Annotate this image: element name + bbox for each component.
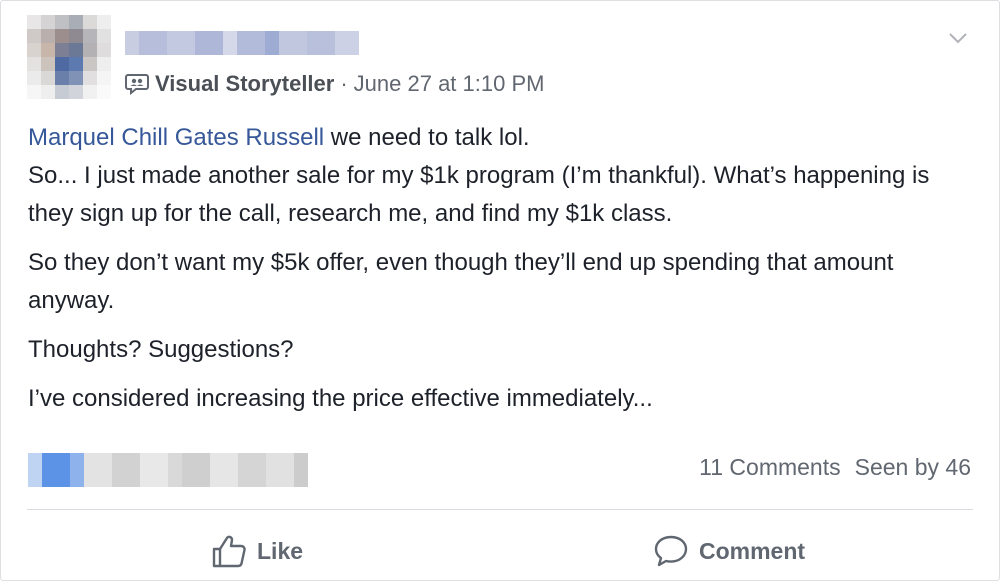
author-name-blurred[interactable] xyxy=(125,31,359,55)
post-paragraph-2: So they don’t want my $5k offer, even th… xyxy=(28,249,894,314)
divider xyxy=(27,509,973,510)
speech-bubble-icon xyxy=(654,535,688,567)
mention-link[interactable]: Marquel Chill Gates Russell xyxy=(28,124,324,151)
post-meta: Visual Storyteller · June 27 at 1:10 PM xyxy=(125,71,544,97)
post-paragraph-1-cont: So... I just made another sale for my $1… xyxy=(28,162,930,227)
post-paragraph-4: I’ve considered increasing the price eff… xyxy=(28,385,653,412)
thumbs-up-icon xyxy=(212,535,246,568)
post-paragraph-3: Thoughts? Suggestions? xyxy=(28,336,294,363)
reactions-blurred[interactable] xyxy=(28,453,308,487)
comment-label: Comment xyxy=(699,537,806,564)
comment-button[interactable]: Comment xyxy=(653,529,805,573)
post-body: Marquel Chill Gates Russell we need to t… xyxy=(28,119,973,429)
post-timestamp[interactable]: June 27 at 1:10 PM xyxy=(354,71,545,97)
post-stats: 11 Comments Seen by 46 xyxy=(699,454,971,481)
chevron-down-icon[interactable] xyxy=(947,27,969,49)
comments-count-link[interactable]: 11 Comments xyxy=(699,454,840,481)
like-label: Like xyxy=(257,537,304,564)
group-name-link[interactable]: Visual Storyteller xyxy=(155,71,334,97)
post-text-line1: we need to talk lol. xyxy=(324,124,530,151)
seen-by-link[interactable]: Seen by 46 xyxy=(855,454,971,481)
avatar[interactable] xyxy=(27,15,111,99)
post-card: Visual Storyteller · June 27 at 1:10 PM … xyxy=(0,0,1000,581)
meta-separator: · xyxy=(340,71,348,96)
like-button[interactable]: Like xyxy=(211,529,303,573)
post-paragraph-1: Marquel Chill Gates Russell we need to t… xyxy=(28,119,973,157)
group-speech-icon xyxy=(125,74,149,95)
